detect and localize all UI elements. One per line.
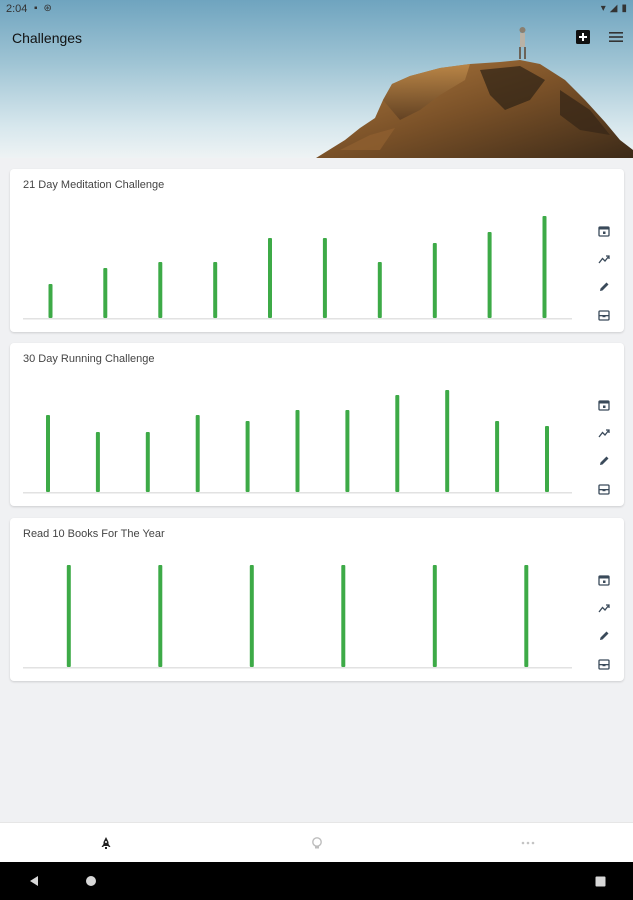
calendar-icon: [598, 399, 610, 411]
trend-icon: [598, 428, 610, 437]
status-time: 2:04: [6, 3, 28, 15]
calendar-button[interactable]: [596, 221, 612, 240]
challenge-progress-chart: [23, 216, 572, 320]
page-title: Challenges: [12, 30, 83, 46]
sync-icon: ⊛: [43, 3, 52, 14]
progress-bar: [487, 232, 492, 318]
edit-button[interactable]: [596, 626, 612, 645]
progress-bar: [495, 421, 500, 492]
progress-bar: [249, 565, 254, 667]
sd-card-icon: ▪: [34, 3, 38, 14]
edit-button[interactable]: [596, 277, 612, 296]
progress-bar: [432, 565, 437, 667]
back-icon: [30, 876, 38, 886]
calendar-icon: [598, 225, 610, 237]
menu-button[interactable]: [607, 28, 625, 46]
archive-icon: [598, 658, 610, 670]
challenge-card[interactable]: Read 10 Books For The Year: [10, 518, 624, 681]
trend-button[interactable]: [596, 598, 612, 617]
progress-bar: [46, 415, 50, 492]
progress-bar: [195, 415, 200, 492]
edit-icon: [600, 631, 609, 640]
lightbulb-icon: [312, 837, 322, 849]
progress-bar: [213, 262, 218, 318]
trend-icon: [598, 254, 610, 263]
mountain-peak-image: [316, 27, 633, 158]
chart-baseline: [23, 318, 572, 320]
more-horiz-icon: [521, 841, 535, 845]
progress-bar: [48, 284, 53, 318]
archive-icon: [598, 483, 610, 495]
bottom-navigation: [0, 822, 633, 863]
progress-bar: [245, 421, 250, 492]
home-icon: [86, 876, 96, 886]
system-navigation-bar: [0, 862, 633, 900]
calendar-button[interactable]: [596, 395, 612, 414]
menu-icon: [609, 32, 623, 42]
edit-icon: [600, 282, 609, 291]
trend-button[interactable]: [596, 249, 612, 268]
rocket-icon: [101, 837, 111, 849]
progress-bar: [445, 390, 450, 492]
progress-bar: [542, 216, 547, 318]
card-tools: [596, 221, 612, 324]
archive-button[interactable]: [596, 654, 612, 673]
back-button[interactable]: [26, 873, 42, 889]
trend-button[interactable]: [596, 423, 612, 442]
progress-bar: [145, 432, 150, 492]
trend-icon: [598, 603, 610, 612]
calendar-icon: [598, 574, 610, 586]
progress-bar: [158, 565, 163, 667]
header-banner: Challenges: [0, 0, 633, 158]
add-box-icon: [576, 30, 590, 44]
status-bar: 2:04 ▪ ⊛ ▾ ◢ ▮: [0, 0, 633, 18]
progress-bar: [66, 565, 71, 667]
progress-bar: [345, 410, 350, 492]
nav-challenges[interactable]: [94, 831, 118, 855]
wifi-icon: ▾: [600, 3, 606, 14]
progress-bar: [322, 238, 327, 318]
progress-bar: [295, 410, 300, 492]
add-challenge-button[interactable]: [574, 28, 592, 46]
progress-bar: [377, 262, 382, 318]
challenge-card[interactable]: 30 Day Running Challenge: [10, 343, 624, 506]
progress-bar: [341, 565, 346, 667]
challenge-progress-chart: [23, 390, 572, 494]
card-tools: [596, 570, 612, 673]
progress-bar: [103, 268, 108, 318]
recents-icon: [595, 876, 605, 886]
edit-icon: [600, 456, 609, 465]
recents-button[interactable]: [592, 873, 608, 889]
challenge-card[interactable]: 21 Day Meditation Challenge: [10, 169, 624, 332]
archive-button[interactable]: [596, 479, 612, 498]
edit-button[interactable]: [596, 451, 612, 470]
card-tools: [596, 395, 612, 498]
chart-baseline: [23, 492, 572, 494]
signal-icon: ◢: [609, 3, 618, 14]
nav-ideas[interactable]: [305, 831, 329, 855]
archive-button[interactable]: [596, 305, 612, 324]
progress-bar: [158, 262, 163, 318]
progress-bar: [524, 565, 529, 667]
progress-bar: [268, 238, 272, 318]
battery-icon: ▮: [621, 3, 627, 14]
home-button[interactable]: [83, 873, 99, 889]
calendar-button[interactable]: [596, 570, 612, 589]
progress-bar: [432, 243, 437, 318]
progress-bar: [395, 395, 400, 492]
progress-bar: [95, 432, 100, 492]
challenge-progress-chart: [23, 565, 572, 669]
nav-more[interactable]: [516, 831, 540, 855]
chart-baseline: [23, 667, 572, 669]
archive-icon: [598, 309, 610, 321]
progress-bar: [545, 426, 549, 492]
